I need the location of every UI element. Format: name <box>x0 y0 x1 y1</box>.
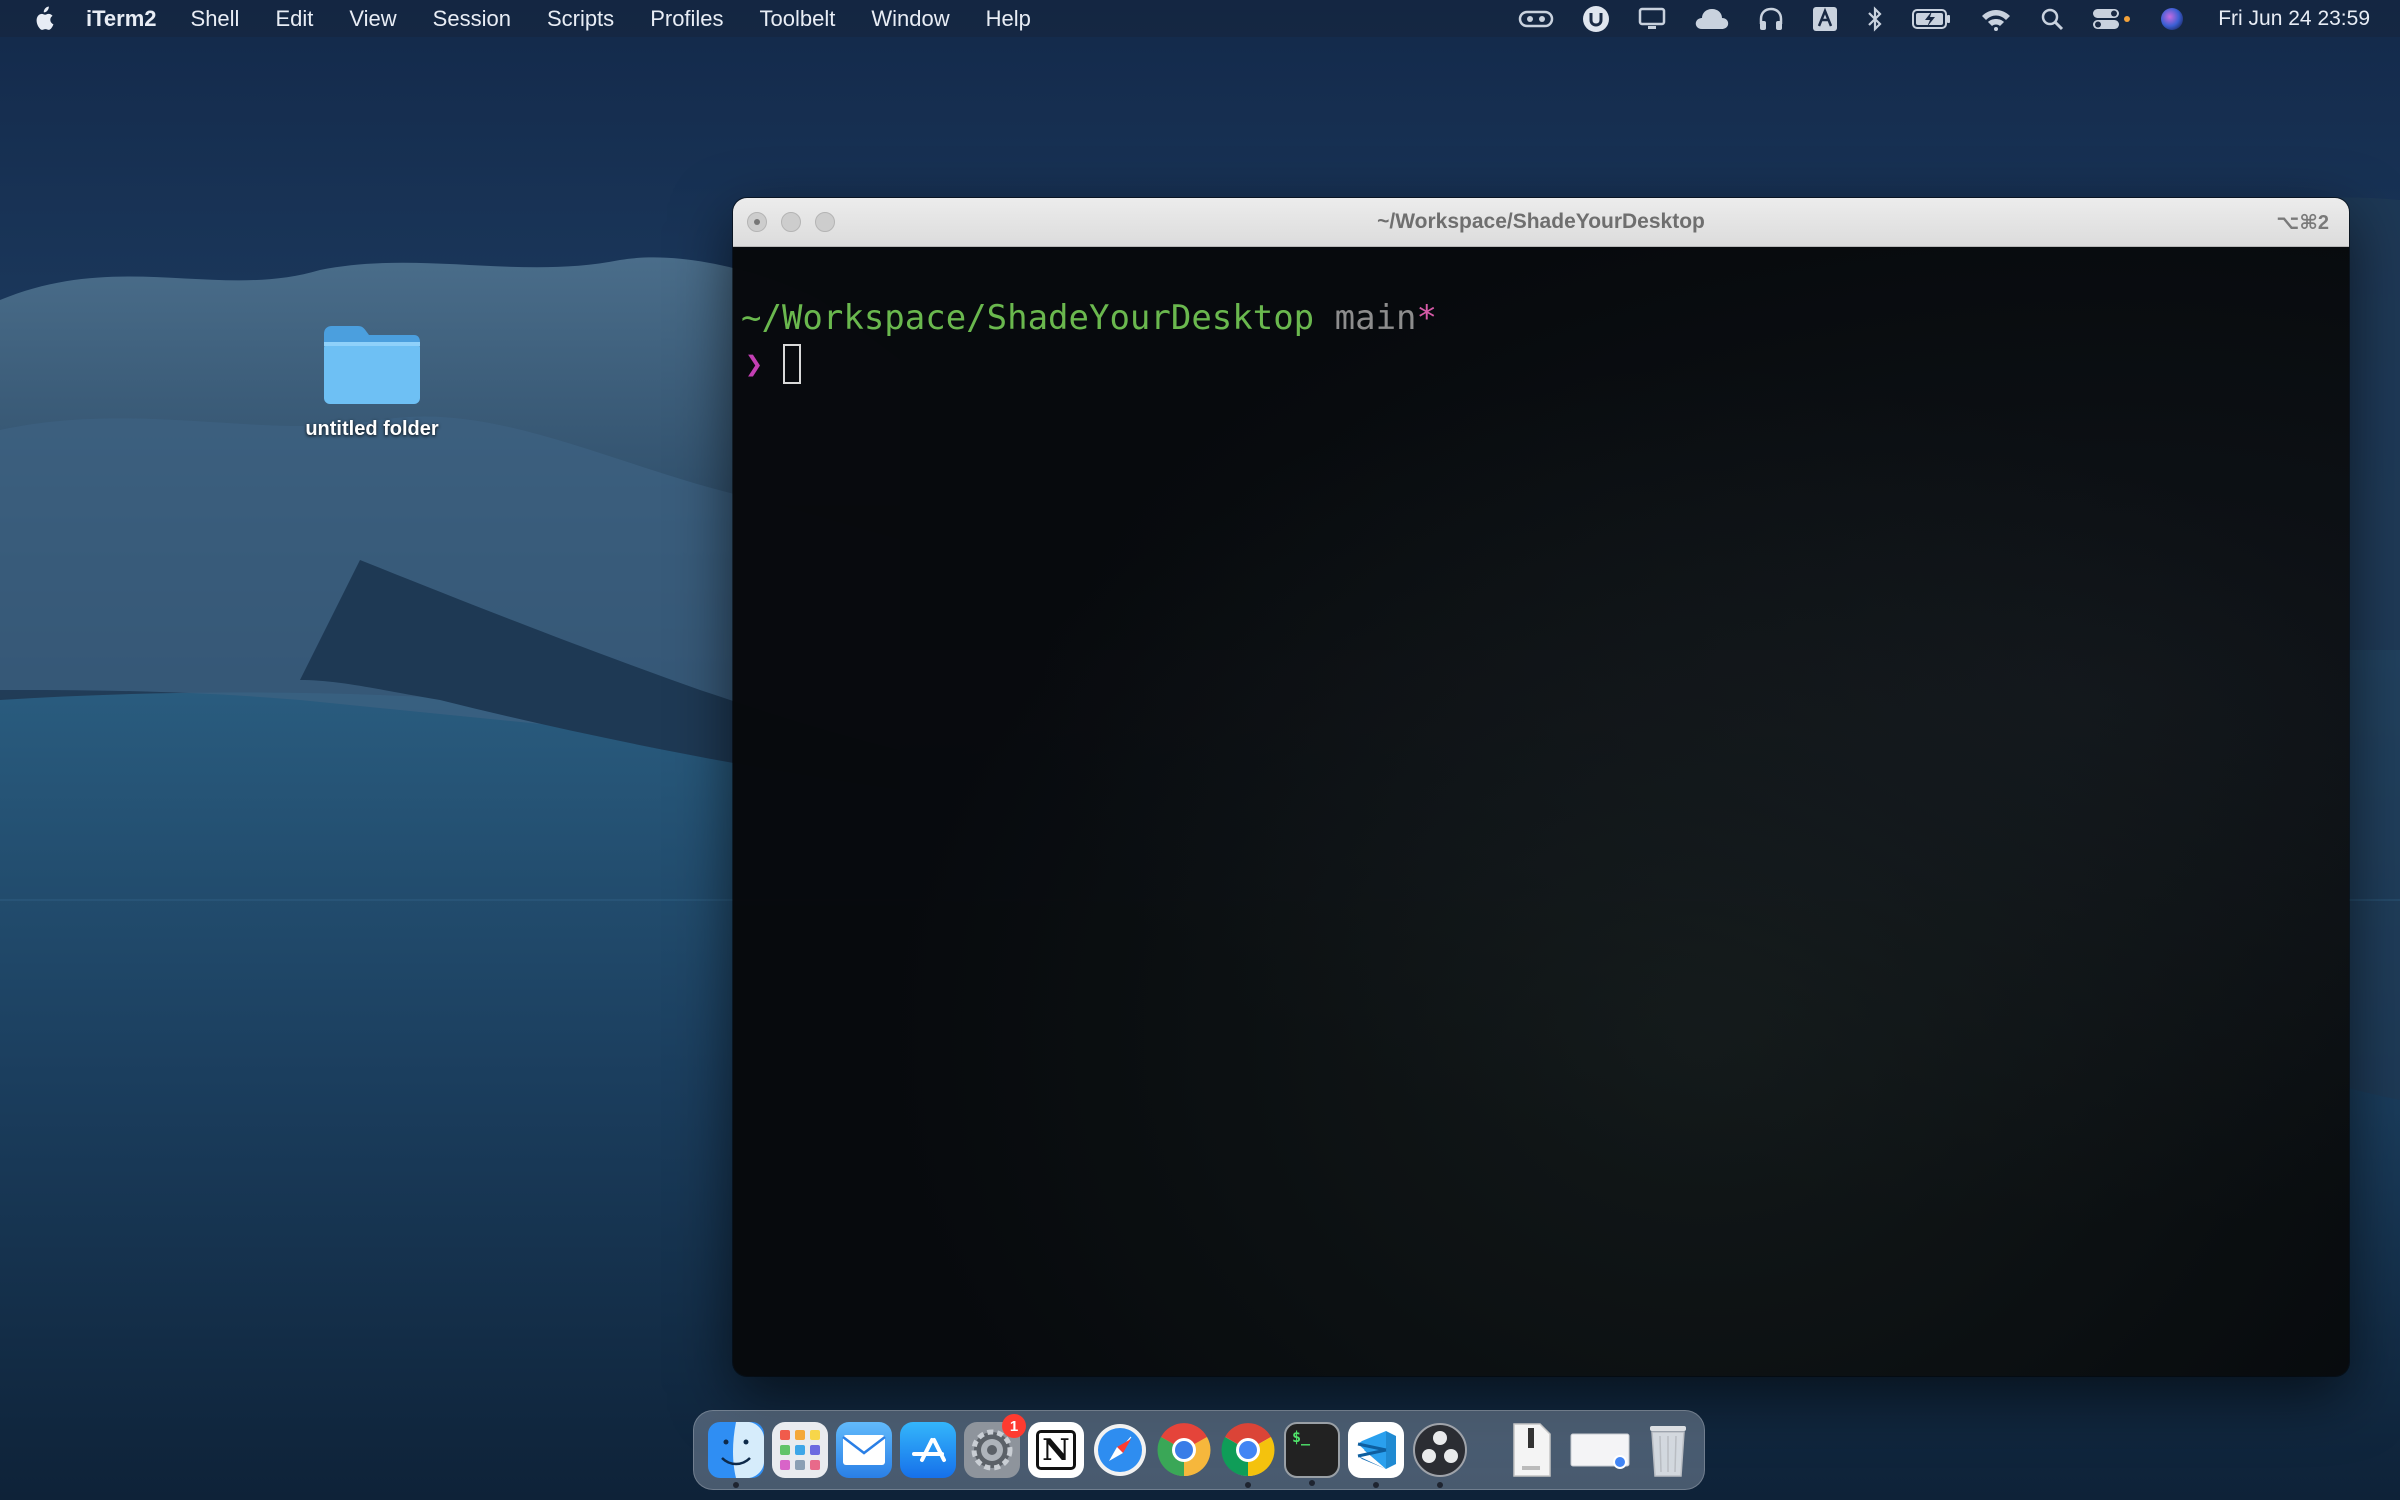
chrome-icon <box>1221 1423 1275 1477</box>
app-store-icon <box>912 1438 946 1462</box>
mail-icon <box>842 1435 886 1465</box>
headphones-icon[interactable] <box>1758 6 1784 32</box>
desktop-folder-label: untitled folder <box>305 418 439 440</box>
menu-bar: iTerm2 Shell Edit View Session Scripts P… <box>0 0 2400 37</box>
prompt-line: ~/Workspace/ShadeYourDesktop main * <box>741 295 2349 341</box>
menu-toolbelt[interactable]: Toolbelt <box>760 6 836 32</box>
control-center-icon[interactable] <box>2092 7 2132 31</box>
notion-icon: N <box>1036 1430 1076 1470</box>
obs-running-indicator <box>1437 1482 1443 1488</box>
dock-app-store[interactable] <box>900 1422 956 1478</box>
menu-profiles[interactable]: Profiles <box>650 6 723 32</box>
battery-charging-icon[interactable] <box>1912 8 1952 30</box>
terminal-icon: $_ <box>1292 1428 1311 1446</box>
menu-session[interactable]: Session <box>433 6 511 32</box>
dock-chrome-canary[interactable] <box>1156 1422 1212 1478</box>
notification-badge: 1 <box>1002 1414 1026 1438</box>
dock-safari[interactable] <box>1092 1422 1148 1478</box>
menu-window[interactable]: Window <box>871 6 949 32</box>
prompt-git-dirty: * <box>1416 298 1438 338</box>
window-titlebar[interactable]: ~/Workspace/ShadeYourDesktop ⌥⌘2 <box>733 198 2349 247</box>
cloud-icon[interactable] <box>1694 7 1730 31</box>
vscode-icon <box>1357 1431 1396 1469</box>
prompt-symbol: ❯ <box>745 346 764 382</box>
obs-icon <box>1413 1423 1467 1477</box>
display-icon[interactable] <box>1638 7 1666 31</box>
spotlight-search-icon[interactable] <box>2040 7 2064 31</box>
notion-letter: N <box>1042 1432 1070 1468</box>
text-cursor <box>783 344 802 384</box>
dock-recent-document[interactable] <box>1504 1422 1560 1478</box>
window-title: ~/Workspace/ShadeYourDesktop <box>1377 210 1705 233</box>
trash-icon <box>1650 1426 1686 1477</box>
siri-icon[interactable] <box>2160 7 2184 31</box>
dock: 1 N $_ <box>693 1410 1705 1490</box>
dock-iterm2[interactable]: $_ <box>1284 1422 1340 1486</box>
document-icon <box>1513 1423 1551 1477</box>
dock-system-preferences[interactable]: 1 <box>964 1414 1026 1478</box>
keyboard-input-a-icon[interactable] <box>1812 6 1838 32</box>
minimized-window-icon <box>1570 1433 1630 1469</box>
desktop-folder[interactable]: untitled folder <box>290 320 454 441</box>
menu-edit[interactable]: Edit <box>275 6 313 32</box>
dock-vscode[interactable] <box>1348 1422 1404 1488</box>
dock-notion[interactable]: N <box>1028 1422 1084 1478</box>
chrome-running-indicator <box>1245 1482 1251 1488</box>
bluetooth-icon[interactable] <box>1866 5 1884 32</box>
chrome-canary-icon <box>1157 1423 1211 1477</box>
dock-finder[interactable] <box>708 1422 764 1488</box>
ubiquiti-icon[interactable] <box>1582 5 1610 33</box>
folder-icon <box>324 326 420 404</box>
menu-scripts[interactable]: Scripts <box>547 6 614 32</box>
menu-app-name[interactable]: iTerm2 <box>86 6 157 32</box>
dock-obs[interactable] <box>1412 1422 1468 1488</box>
dock-minimized-window[interactable] <box>1568 1422 1632 1478</box>
dock-chrome[interactable] <box>1220 1422 1276 1488</box>
prompt-path: ~/Workspace/ShadeYourDesktop <box>741 298 1315 338</box>
launchpad-icon <box>780 1430 820 1470</box>
vscode-running-indicator <box>1373 1482 1379 1488</box>
menu-bar-clock[interactable]: Fri Jun 24 23:59 <box>2218 7 2370 31</box>
input-line[interactable]: ❯ <box>741 341 2349 387</box>
dock-launchpad[interactable] <box>772 1422 828 1478</box>
prompt-git-branch: main <box>1334 298 1417 338</box>
dock-mail[interactable] <box>836 1422 892 1478</box>
wifi-icon[interactable] <box>1980 7 2012 31</box>
menu-view[interactable]: View <box>349 6 396 32</box>
iterm-window: ~/Workspace/ShadeYourDesktop ⌥⌘2 ~/Works… <box>733 198 2349 1376</box>
menu-shell[interactable]: Shell <box>191 6 240 32</box>
dock-trash[interactable] <box>1640 1422 1696 1478</box>
window-shortcut: ⌥⌘2 <box>2276 211 2329 234</box>
vr-headset-icon[interactable] <box>1518 8 1554 30</box>
finder-icon <box>708 1422 764 1478</box>
iterm2-running-indicator <box>1309 1480 1315 1486</box>
finder-running-indicator <box>733 1482 739 1488</box>
safari-icon <box>1094 1424 1146 1476</box>
apple-menu-icon[interactable] <box>0 6 86 32</box>
status-area: Fri Jun 24 23:59 <box>1504 0 2400 37</box>
terminal-session[interactable]: ~/Workspace/ShadeYourDesktop main * ❯ <box>733 247 2349 1376</box>
menu-help[interactable]: Help <box>986 6 1031 32</box>
